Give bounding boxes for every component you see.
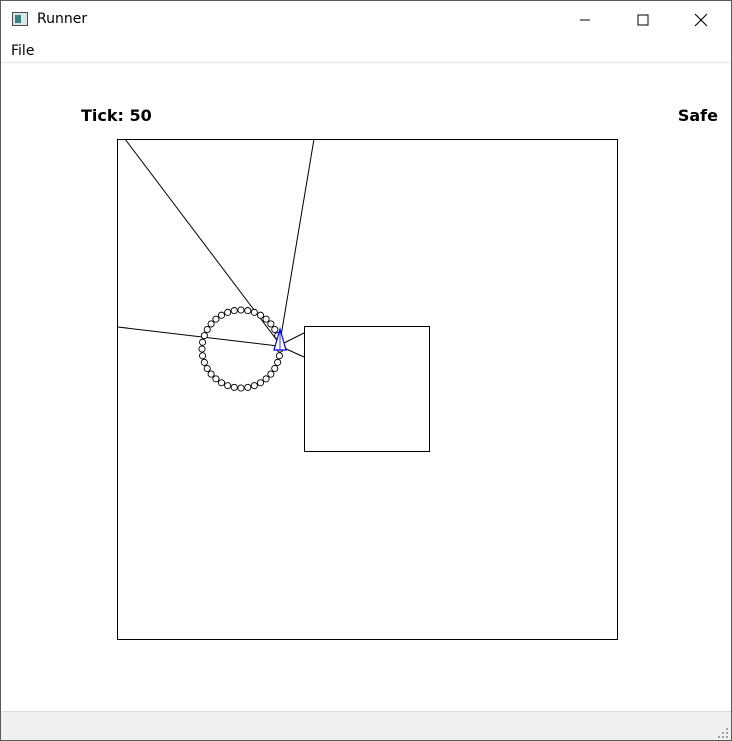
trail-marker (203, 364, 211, 373)
close-icon (694, 13, 708, 27)
sensor-ray (283, 332, 305, 344)
sensor-ray (117, 326, 279, 347)
app-window: Runner File Tick: 50 Safe (0, 0, 732, 741)
trail-marker (244, 307, 252, 315)
obstacle-block (304, 326, 430, 452)
trail-marker (250, 308, 258, 316)
trail-marker (267, 370, 275, 378)
arena-boundary (117, 139, 618, 640)
window-title: Runner (37, 11, 88, 27)
trail-marker (237, 306, 245, 314)
resize-grip-icon[interactable] (717, 727, 729, 739)
trail-marker (224, 382, 232, 390)
menu-bar: File (1, 39, 731, 63)
menu-file[interactable]: File (11, 43, 34, 59)
trail-marker (224, 308, 232, 316)
trail-marker (207, 320, 215, 328)
trail-marker (200, 358, 208, 366)
trail-marker (217, 379, 226, 387)
trail-marker (250, 382, 258, 390)
status-bar (1, 711, 731, 740)
trail-marker (230, 383, 238, 391)
agent-trail (198, 306, 284, 392)
trail-marker (244, 383, 252, 391)
trail-marker (198, 345, 206, 353)
trail-marker (267, 320, 275, 328)
trail-marker (200, 332, 208, 340)
minimize-icon (580, 19, 590, 21)
trail-marker (212, 375, 220, 383)
trail-marker (262, 375, 270, 383)
sensor-rays (117, 138, 315, 358)
trail-marker (237, 384, 245, 392)
close-button[interactable] (678, 1, 724, 39)
trail-marker (271, 325, 279, 334)
minimize-button[interactable] (562, 1, 608, 39)
trail-marker (262, 315, 270, 323)
trail-marker (207, 370, 215, 378)
maximize-button[interactable] (620, 1, 666, 39)
trail-marker (199, 352, 207, 360)
trail-marker (203, 325, 211, 334)
trail-marker (212, 315, 220, 323)
trail-marker (275, 352, 283, 360)
sensor-ray (279, 138, 315, 343)
trail-marker (199, 338, 207, 346)
maximize-icon (637, 14, 649, 26)
game-canvas[interactable]: Tick: 50 Safe (1, 63, 731, 711)
game-scene (117, 138, 618, 640)
trail-marker (217, 311, 226, 319)
trail-marker (256, 311, 265, 319)
trail-marker (230, 307, 238, 315)
trail-marker (274, 358, 282, 366)
app-window-icon (12, 12, 28, 26)
sensor-ray (283, 347, 305, 358)
trail-marker (256, 379, 265, 387)
trail-marker (271, 364, 279, 373)
title-bar[interactable]: Runner (1, 1, 731, 39)
